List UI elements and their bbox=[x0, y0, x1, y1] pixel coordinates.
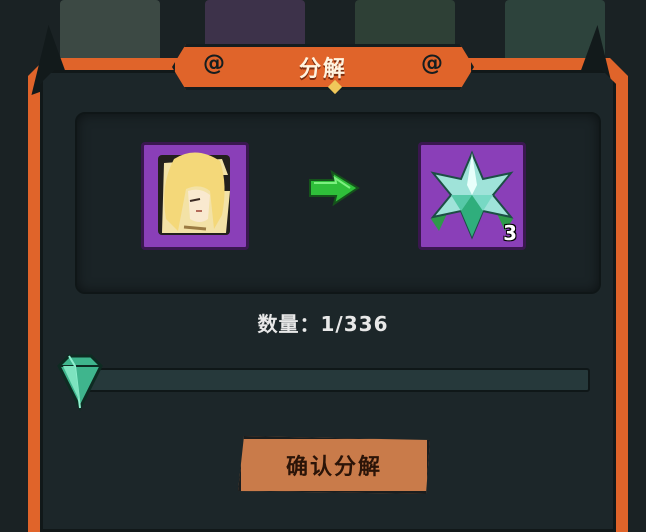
confirm-decompose-button[interactable]: 确认分解 bbox=[238, 436, 430, 494]
swirl-ornament-icon: @ bbox=[421, 51, 443, 76]
confirm-button-label: 确认分解 bbox=[285, 455, 382, 480]
swirl-ornament-icon: @ bbox=[203, 51, 225, 76]
decompose-dialog-screen: @ 分解 @ 3 数量：1/336 确认分解 bbox=[0, 0, 646, 532]
dialog-title: 分解 bbox=[298, 57, 347, 82]
quantity-label: 数量：1/336 bbox=[257, 312, 389, 336]
arrow-right-icon bbox=[306, 169, 362, 210]
result-item-slot[interactable]: 3 bbox=[418, 142, 526, 250]
item-quantity-badge: 3 bbox=[503, 221, 517, 245]
title-plate: @ 分解 @ bbox=[172, 44, 474, 90]
source-item-slot[interactable] bbox=[141, 142, 249, 250]
quantity-slider[interactable] bbox=[70, 368, 590, 392]
gem-slider-handle-icon[interactable] bbox=[55, 352, 105, 412]
